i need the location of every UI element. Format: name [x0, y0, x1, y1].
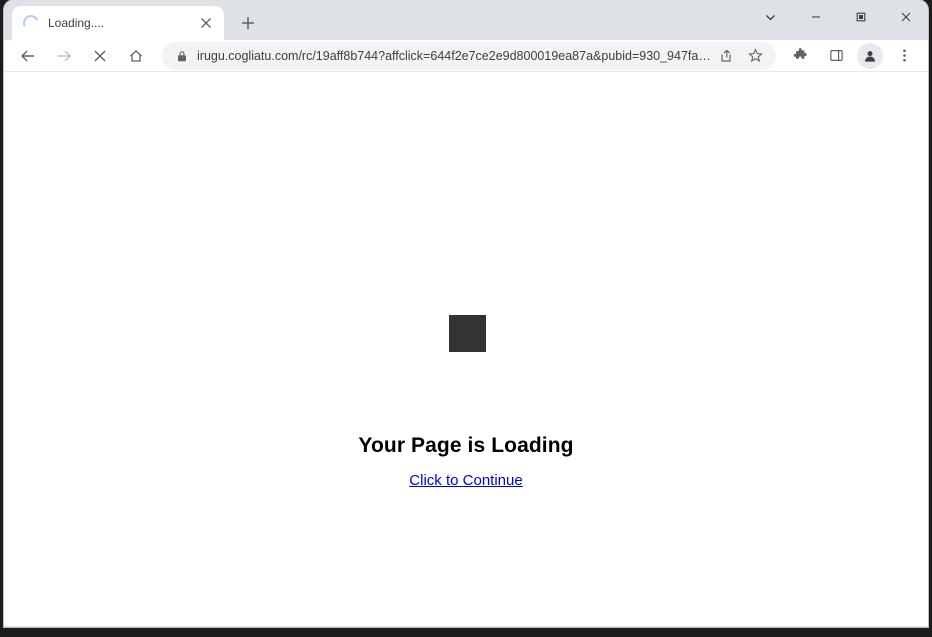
profile-avatar-icon[interactable] [857, 42, 883, 69]
close-window-icon[interactable] [883, 0, 928, 34]
page-title: Your Page is Loading [358, 434, 574, 457]
page-content: Your Page is Loading Click to Continue [4, 72, 928, 626]
maximize-icon[interactable] [838, 0, 883, 34]
forward-icon[interactable] [50, 42, 78, 70]
url-text: irugu.cogliatu.com/rc/19aff8b744?affclic… [197, 48, 716, 63]
chrome-menu-icon[interactable] [890, 42, 918, 70]
window-controls [748, 0, 928, 34]
home-icon[interactable] [122, 42, 150, 70]
lock-icon [178, 50, 186, 61]
toolbar-right-actions [782, 42, 922, 70]
stop-loading-icon[interactable] [86, 42, 114, 70]
back-icon[interactable] [14, 42, 42, 70]
tab-search-chevron-down-icon[interactable] [748, 0, 793, 34]
address-bar[interactable]: irugu.cogliatu.com/rc/19aff8b744?affclic… [162, 41, 776, 70]
close-tab-icon[interactable] [194, 11, 218, 35]
side-panel-icon[interactable] [822, 42, 850, 70]
click-to-continue-label[interactable]: Click to Continue [409, 472, 522, 489]
browser-tab[interactable]: Loading.... [12, 6, 224, 40]
new-tab-icon[interactable] [234, 9, 262, 37]
bookmark-star-icon[interactable] [744, 45, 766, 67]
minimize-icon[interactable] [793, 0, 838, 34]
extensions-puzzle-icon[interactable] [786, 42, 814, 70]
browser-window: Loading.... irugu.cogliatu.com/rc/19aff8… [4, 0, 928, 627]
tab-title: Loading.... [48, 16, 105, 30]
share-icon[interactable] [716, 46, 736, 66]
browser-toolbar: irugu.cogliatu.com/rc/19aff8b744?affclic… [4, 40, 928, 72]
broken-image-placeholder [449, 315, 486, 352]
loading-spinner-icon [20, 12, 42, 34]
click-to-continue-link[interactable]: Click to Continue [4, 472, 928, 489]
tab-strip: Loading.... [4, 0, 928, 40]
